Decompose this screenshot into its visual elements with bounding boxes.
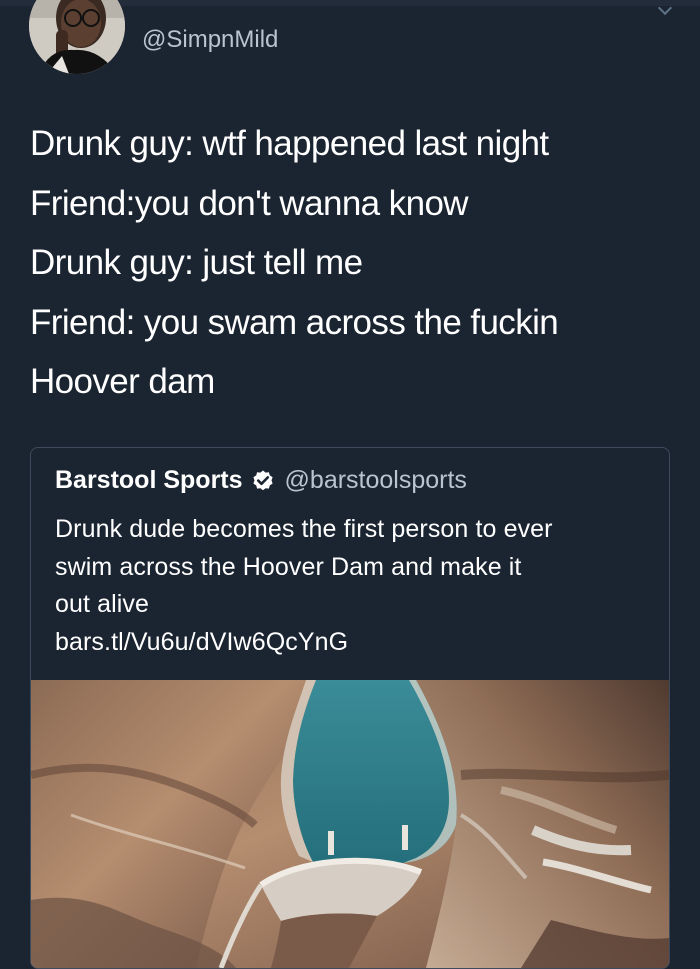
quoted-tweet-text: Drunk dude becomes the first person to e… [55,511,655,661]
quoted-tweet-link[interactable]: bars.tl/Vu6u/dVIw6QcYnG [55,624,655,662]
tweet-line: Friend:you don't wanna know [30,183,469,223]
quoted-tweet-card[interactable]: Barstool Sports @barstoolsports Drunk du… [30,447,670,969]
quoted-author-name[interactable]: Barstool Sports [55,466,243,495]
tweet-line: Friend: you swam across the fuckin [30,302,559,342]
hoover-dam-aerial-photo[interactable] [31,680,669,968]
author-handle[interactable]: @SimpnMild [142,26,278,54]
tweet-line: Drunk guy: wtf happened last night [30,124,549,163]
quoted-tweet-line: swim across the Hoover Dam and make it [55,552,522,581]
quoted-tweet-header: Barstool Sports @barstoolsports [55,466,467,495]
verified-badge-icon [251,469,275,493]
quoted-tweet-line: Drunk dude becomes the first person to e… [55,515,553,543]
tweet-text: Drunk guy: wtf happened last night Frien… [30,114,680,412]
tweet-line: Drunk guy: just tell me [30,243,363,282]
tweet-line: Hoover dam [30,362,215,401]
quoted-tweet-line: out alive [55,590,150,618]
avatar[interactable] [29,0,125,74]
quoted-author-handle[interactable]: @barstoolsports [285,466,467,495]
